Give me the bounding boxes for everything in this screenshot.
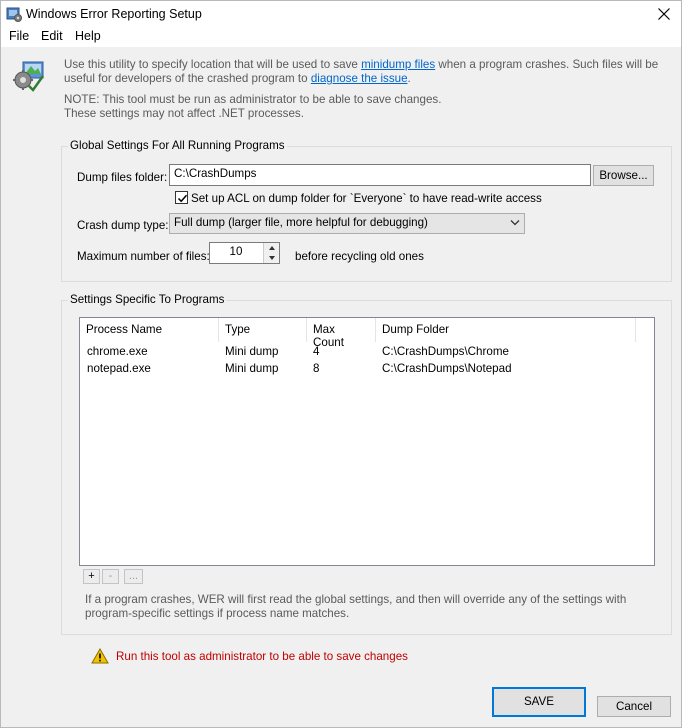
global-settings-legend: Global Settings For All Running Programs [68, 139, 287, 152]
checkmark-icon [177, 194, 188, 203]
cell-type: Mini dump [225, 362, 279, 375]
cell-max: 8 [313, 362, 320, 375]
column-max-count[interactable]: Max Count [307, 318, 376, 349]
minidump-files-link[interactable]: minidump files [361, 58, 435, 71]
table-row[interactable]: chrome.exe Mini dump 4 C:\CrashDumps\Chr… [80, 344, 654, 361]
add-program-button[interactable]: + [83, 569, 100, 584]
column-process-name[interactable]: Process Name [80, 318, 219, 342]
title-bar[interactable]: Windows Error Reporting Setup [1, 1, 681, 28]
arrow-down-icon [269, 256, 275, 260]
acl-checkbox[interactable] [175, 191, 188, 204]
admin-warning-text: Run this tool as administrator to be abl… [116, 650, 408, 663]
cell-folder: C:\CrashDumps\Chrome [382, 345, 509, 358]
cell-folder: C:\CrashDumps\Notepad [382, 362, 512, 375]
dump-folder-label: Dump files folder: [77, 171, 168, 184]
close-button[interactable] [647, 1, 681, 28]
close-icon [658, 8, 670, 20]
list-header: Process Name Type Max Count Dump Folder [80, 318, 654, 349]
cancel-button[interactable]: Cancel [597, 696, 671, 717]
crash-type-label: Crash dump type: [77, 219, 169, 232]
app-title-icon [6, 6, 22, 22]
description-text: Use this utility to specify location tha… [64, 58, 659, 85]
edit-program-button[interactable]: ... [124, 569, 143, 584]
cell-process: notepad.exe [87, 362, 151, 375]
cell-max: 4 [313, 345, 320, 358]
column-dump-folder[interactable]: Dump Folder [376, 318, 636, 342]
app-settings-icon [13, 60, 47, 92]
cell-process: chrome.exe [87, 345, 148, 358]
arrow-up-icon [269, 246, 275, 250]
max-files-value[interactable]: 10 [210, 245, 262, 258]
table-row[interactable]: notepad.exe Mini dump 8 C:\CrashDumps\No… [80, 361, 654, 378]
main-window: Windows Error Reporting Setup File Edit … [0, 0, 682, 728]
crash-type-dropdown[interactable]: Full dump (larger file, more helpful for… [169, 213, 525, 234]
warning-icon [91, 647, 109, 667]
diagnose-issue-link[interactable]: diagnose the issue [311, 72, 408, 85]
save-button[interactable]: SAVE [492, 687, 586, 717]
menu-file[interactable]: File [9, 29, 29, 43]
menu-help[interactable]: Help [75, 29, 101, 43]
window-title: Windows Error Reporting Setup [26, 7, 202, 21]
remove-program-button[interactable]: - [102, 569, 119, 584]
menu-edit[interactable]: Edit [41, 29, 63, 43]
max-files-label: Maximum number of files: [77, 250, 210, 263]
column-type[interactable]: Type [219, 318, 307, 342]
spin-up-button[interactable] [263, 243, 279, 253]
admin-note: NOTE: This tool must be run as administr… [64, 93, 442, 120]
cell-type: Mini dump [225, 345, 279, 358]
menu-bar: File Edit Help [1, 28, 681, 47]
chevron-down-icon [510, 220, 520, 226]
override-hint: If a program crashes, WER will first rea… [85, 593, 627, 620]
crash-type-value: Full dump (larger file, more helpful for… [174, 216, 428, 229]
max-files-stepper[interactable]: 10 [209, 242, 280, 264]
spin-down-button[interactable] [263, 253, 279, 263]
program-settings-legend: Settings Specific To Programs [68, 293, 227, 306]
program-list[interactable]: Process Name Type Max Count Dump Folder … [79, 317, 655, 566]
max-files-suffix: before recycling old ones [295, 250, 424, 263]
acl-label[interactable]: Set up ACL on dump folder for `Everyone`… [191, 192, 542, 205]
browse-button[interactable]: Browse... [593, 165, 654, 186]
dump-folder-input[interactable]: C:\CrashDumps [169, 164, 591, 186]
